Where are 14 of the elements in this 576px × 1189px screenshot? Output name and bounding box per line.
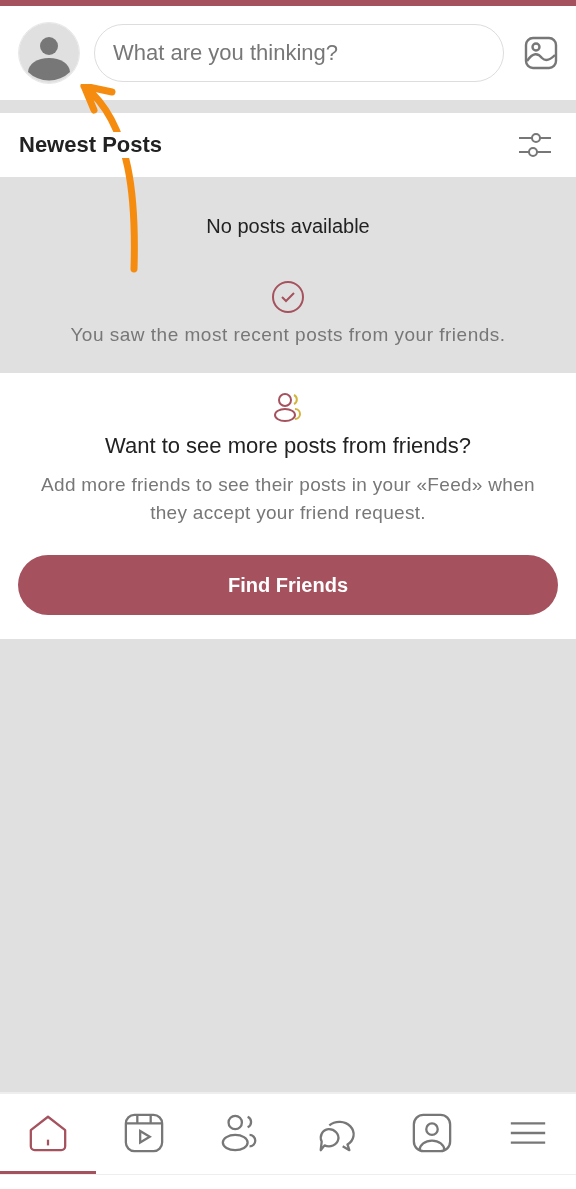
avatar-icon[interactable]: [18, 22, 80, 84]
video-icon: [123, 1111, 165, 1154]
friends-icon: [272, 391, 304, 423]
find-friends-button[interactable]: Find Friends: [18, 555, 558, 615]
suggestion-text: Add more friends to see their posts in your «Feed» when they accept your friend request.: [40, 473, 536, 525]
profile-icon: [411, 1111, 453, 1154]
check-circle-icon: [271, 280, 305, 314]
section-title: Newest Posts: [19, 132, 163, 158]
post-input-field[interactable]: What are you thinking?: [94, 24, 504, 82]
suggestion-heading: Want to see more posts from friends?: [105, 433, 471, 459]
image-icon[interactable]: [524, 36, 558, 70]
empty-message: No posts available: [206, 215, 370, 238]
filter-icon[interactable]: [518, 130, 552, 160]
info-text: You saw the most recent posts from your friends.: [70, 324, 506, 346]
